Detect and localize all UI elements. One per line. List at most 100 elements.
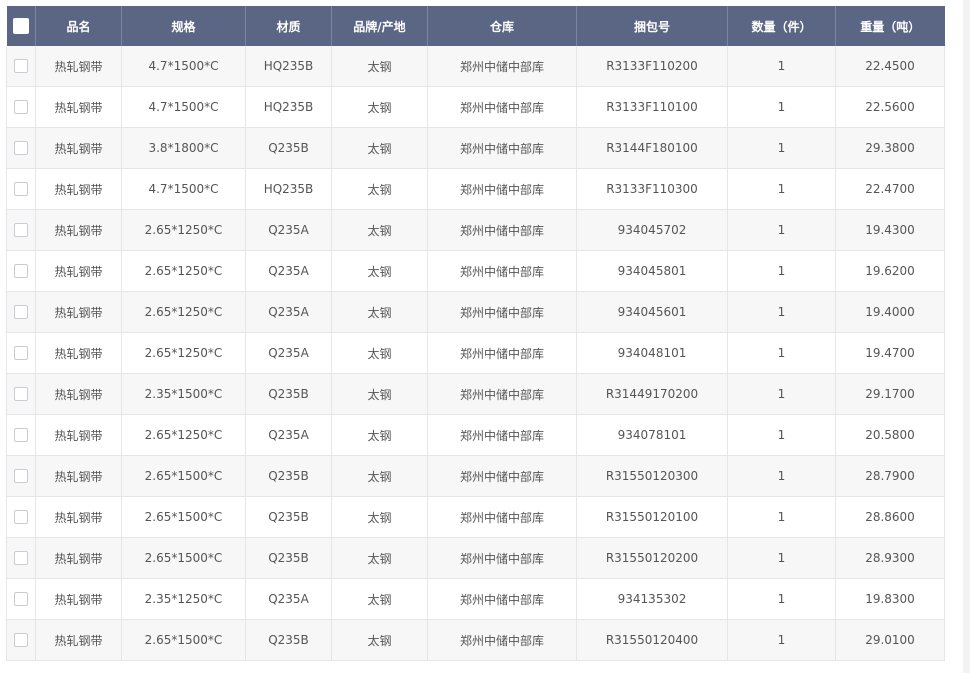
weight-cell: 19.6200 <box>835 250 945 292</box>
row-checkbox[interactable] <box>14 223 28 238</box>
table-row[interactable]: 热轧钢带 2.35*1500*C Q235B 太钢 郑州中储中部库 R3144917020… <box>6 373 945 415</box>
bundle-number-cell: 934045601 <box>576 291 728 333</box>
table-row[interactable]: 热轧钢带 2.65*1500*C Q235B 太钢 郑州中储中部库 R3155012010… <box>6 496 945 538</box>
row-checkbox[interactable] <box>14 264 28 279</box>
brand-origin-cell: 太钢 <box>331 537 428 579</box>
row-checkbox[interactable] <box>14 141 28 156</box>
row-select-cell[interactable] <box>6 537 36 579</box>
table-row[interactable]: 热轧钢带 2.65*1250*C Q235A 太钢 郑州中储中部库 934078101 1 2… <box>6 414 945 456</box>
product-name-cell: 热轧钢带 <box>35 332 122 374</box>
row-checkbox[interactable] <box>14 592 28 607</box>
spec-cell: 2.65*1250*C <box>121 209 246 251</box>
row-select-cell[interactable] <box>6 86 36 128</box>
product-name-cell: 热轧钢带 <box>35 414 122 456</box>
table-row[interactable]: 热轧钢带 3.8*1800*C Q235B 太钢 郑州中储中部库 R3144F180100… <box>6 127 945 169</box>
product-name-cell: 热轧钢带 <box>35 86 122 128</box>
brand-origin-cell: 太钢 <box>331 86 428 128</box>
row-checkbox[interactable] <box>14 551 28 566</box>
row-checkbox[interactable] <box>14 182 28 197</box>
row-select-cell[interactable] <box>6 168 36 210</box>
weight-cell: 20.5800 <box>835 414 945 456</box>
brand-origin-cell: 太钢 <box>331 578 428 620</box>
brand-origin-cell: 太钢 <box>331 332 428 374</box>
table-row[interactable]: 热轧钢带 2.65*1500*C Q235B 太钢 郑州中储中部库 R3155012030… <box>6 455 945 497</box>
table-row[interactable]: 热轧钢带 4.7*1500*C HQ235B 太钢 郑州中储中部库 R3133F11030… <box>6 168 945 210</box>
table-row[interactable]: 热轧钢带 2.65*1250*C Q235A 太钢 郑州中储中部库 934045702 1 1… <box>6 209 945 251</box>
row-select-cell[interactable] <box>6 291 36 333</box>
row-checkbox[interactable] <box>14 428 28 443</box>
column-header-quantity[interactable]: 数量（件） <box>727 6 836 46</box>
weight-cell: 29.1700 <box>835 373 945 415</box>
table-row[interactable]: 热轧钢带 2.65*1500*C Q235B 太钢 郑州中储中部库 R3155012040… <box>6 619 945 661</box>
warehouse-cell: 郑州中储中部库 <box>427 537 577 579</box>
weight-cell: 19.4000 <box>835 291 945 333</box>
warehouse-cell: 郑州中储中部库 <box>427 373 577 415</box>
quantity-cell: 1 <box>727 291 836 333</box>
select-all-checkbox[interactable] <box>12 18 29 34</box>
row-select-cell[interactable] <box>6 496 36 538</box>
row-select-cell[interactable] <box>6 578 36 620</box>
column-header-bundle-number[interactable]: 捆包号 <box>576 6 728 46</box>
row-checkbox[interactable] <box>14 59 28 74</box>
row-checkbox[interactable] <box>14 305 28 320</box>
row-checkbox[interactable] <box>14 100 28 115</box>
brand-origin-cell: 太钢 <box>331 168 428 210</box>
vertical-scrollbar[interactable] <box>963 0 970 673</box>
row-select-cell[interactable] <box>6 332 36 374</box>
column-header-spec[interactable]: 规格 <box>121 6 246 46</box>
spec-cell: 2.65*1500*C <box>121 496 246 538</box>
row-select-cell[interactable] <box>6 619 36 661</box>
bundle-number-cell: R31550120100 <box>576 496 728 538</box>
row-checkbox[interactable] <box>14 633 28 648</box>
spec-cell: 2.65*1250*C <box>121 332 246 374</box>
material-cell: Q235A <box>245 578 332 620</box>
spec-cell: 2.65*1500*C <box>121 455 246 497</box>
quantity-cell: 1 <box>727 496 836 538</box>
weight-cell: 19.4700 <box>835 332 945 374</box>
brand-origin-cell: 太钢 <box>331 250 428 292</box>
row-select-cell[interactable] <box>6 414 36 456</box>
material-cell: HQ235B <box>245 46 332 87</box>
weight-cell: 28.9300 <box>835 537 945 579</box>
spec-cell: 2.35*1250*C <box>121 578 246 620</box>
product-name-cell: 热轧钢带 <box>35 209 122 251</box>
bundle-number-cell: 934048101 <box>576 332 728 374</box>
row-select-cell[interactable] <box>6 46 36 87</box>
table-row[interactable]: 热轧钢带 2.65*1500*C Q235B 太钢 郑州中储中部库 R3155012020… <box>6 537 945 579</box>
warehouse-cell: 郑州中储中部库 <box>427 86 577 128</box>
row-select-cell[interactable] <box>6 250 36 292</box>
spec-cell: 4.7*1500*C <box>121 86 246 128</box>
row-select-cell[interactable] <box>6 209 36 251</box>
bundle-number-cell: R31550120400 <box>576 619 728 661</box>
column-header-product-name[interactable]: 品名 <box>35 6 122 46</box>
product-name-cell: 热轧钢带 <box>35 127 122 169</box>
spec-cell: 2.65*1500*C <box>121 537 246 579</box>
product-name-cell: 热轧钢带 <box>35 619 122 661</box>
row-select-cell[interactable] <box>6 455 36 497</box>
row-checkbox[interactable] <box>14 387 28 402</box>
table-row[interactable]: 热轧钢带 4.7*1500*C HQ235B 太钢 郑州中储中部库 R3133F11010… <box>6 86 945 128</box>
warehouse-cell: 郑州中储中部库 <box>427 496 577 538</box>
column-header-warehouse[interactable]: 仓库 <box>427 6 577 46</box>
select-all-cell[interactable] <box>6 6 36 46</box>
product-name-cell: 热轧钢带 <box>35 168 122 210</box>
bundle-number-cell: 934045702 <box>576 209 728 251</box>
table-row[interactable]: 热轧钢带 2.65*1250*C Q235A 太钢 郑州中储中部库 934045801 1 1… <box>6 250 945 292</box>
table-row[interactable]: 热轧钢带 2.65*1250*C Q235A 太钢 郑州中储中部库 934045601 1 1… <box>6 291 945 333</box>
row-select-cell[interactable] <box>6 373 36 415</box>
table-row[interactable]: 热轧钢带 4.7*1500*C HQ235B 太钢 郑州中储中部库 R3133F11020… <box>6 46 945 87</box>
column-header-brand-origin[interactable]: 品牌/产地 <box>331 6 428 46</box>
material-cell: Q235A <box>245 414 332 456</box>
weight-cell: 19.8300 <box>835 578 945 620</box>
material-cell: Q235B <box>245 496 332 538</box>
row-select-cell[interactable] <box>6 127 36 169</box>
row-checkbox[interactable] <box>14 469 28 484</box>
table-header-row: 品名 规格 材质 品牌/产地 仓库 捆包号 数量（件） 重量（吨） <box>6 6 945 46</box>
table-row[interactable]: 热轧钢带 2.35*1250*C Q235A 太钢 郑州中储中部库 934135302 1 1… <box>6 578 945 620</box>
row-checkbox[interactable] <box>14 510 28 525</box>
row-checkbox[interactable] <box>14 346 28 361</box>
column-header-weight[interactable]: 重量（吨） <box>835 6 945 46</box>
table-row[interactable]: 热轧钢带 2.65*1250*C Q235A 太钢 郑州中储中部库 934048101 1 1… <box>6 332 945 374</box>
product-name-cell: 热轧钢带 <box>35 496 122 538</box>
column-header-material[interactable]: 材质 <box>245 6 332 46</box>
